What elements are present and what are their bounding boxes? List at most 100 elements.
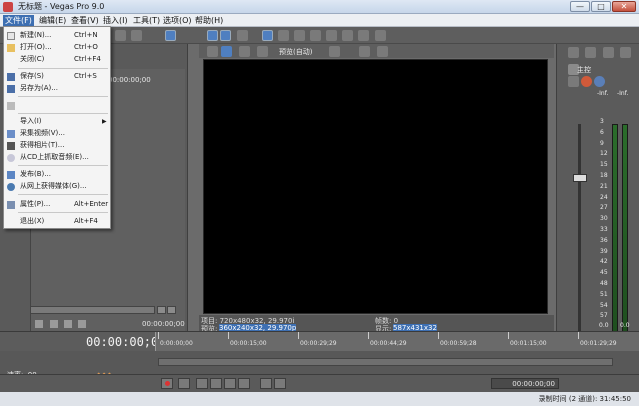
mute-icon[interactable] [568, 76, 579, 87]
scroll-left-button[interactable] [157, 306, 166, 314]
menu-item-exit[interactable]: 退出(X) Alt+F4 [4, 216, 110, 227]
go-to-start-button[interactable] [260, 378, 272, 389]
menu-item-open[interactable]: 打开(O)... Ctrl+O [4, 42, 110, 53]
menu-insert[interactable]: 插入(I) [101, 15, 130, 26]
explorer-pause-icon[interactable] [64, 320, 72, 328]
close-button[interactable]: ✕ [612, 1, 636, 12]
meter-left [612, 124, 618, 364]
help-pointer-icon[interactable] [375, 30, 386, 41]
db-scale-label: 12 [600, 150, 608, 158]
menu-item-get-media-web[interactable]: 从网上获得媒体(G)... [4, 181, 110, 192]
menu-item-save-as[interactable]: 另存为(A)... [4, 83, 110, 94]
menu-item-properties[interactable]: 属性(P)... Alt+Enter [4, 199, 110, 210]
transport-timecode: 00:00:00;00 [491, 378, 559, 389]
menu-separator [18, 68, 108, 69]
track-area[interactable]: 速率: .00 ◆◆◆ [0, 351, 639, 379]
menu-options[interactable]: 选项(O) [161, 15, 194, 26]
preview-props-icon[interactable] [207, 46, 218, 57]
menu-help[interactable]: 帮助(H) [193, 15, 225, 26]
record-button[interactable] [161, 378, 173, 389]
explorer-play-icon[interactable] [35, 320, 43, 328]
menu-edit[interactable]: 编辑(E) [37, 15, 68, 26]
menu-item-get-photos[interactable]: 获得相片(T)... [4, 140, 110, 151]
master-label: 主控 [577, 66, 591, 74]
master-fader[interactable] [573, 174, 587, 182]
ruler-tick [578, 332, 579, 339]
pause-button[interactable] [224, 378, 236, 389]
explorer-play-icon-2[interactable] [50, 320, 58, 328]
normal-edit-tool-icon[interactable] [207, 30, 218, 41]
menu-item-publish[interactable]: 发布(B)... [4, 169, 110, 180]
db-scale-label: 24 [600, 193, 608, 201]
ruler-label: 00:00:59;28 [440, 340, 477, 347]
edit-tool-icon[interactable] [165, 30, 176, 41]
menu-separator [18, 194, 108, 195]
menu-file[interactable]: 文件(F) [3, 15, 34, 26]
preview-device-icon[interactable] [221, 46, 232, 57]
stop-button[interactable] [238, 378, 250, 389]
loop-button[interactable] [178, 378, 190, 389]
timeline-scrollbar[interactable] [158, 358, 613, 366]
minimize-button[interactable]: — [570, 1, 590, 12]
auto-crossfade-icon[interactable] [278, 30, 289, 41]
explorer-stop-icon[interactable] [78, 320, 86, 328]
play-button[interactable] [210, 378, 222, 389]
solo-icon[interactable] [581, 76, 592, 87]
ripple-edit-icon[interactable] [294, 30, 305, 41]
menu-item-extract-cd[interactable]: 从CD上抓取音频(E)... [4, 152, 110, 163]
current-time: 00:00:00;00 [86, 335, 166, 349]
render-icon [7, 102, 15, 110]
explorer-scrollbar[interactable] [30, 306, 155, 314]
ruler-label: 00:01:29;29 [580, 340, 617, 347]
save-snapshot-icon[interactable] [377, 46, 388, 57]
menu-separator [18, 96, 108, 97]
copy-snapshot-icon[interactable] [359, 46, 370, 57]
redo-icon[interactable] [131, 30, 142, 41]
menu-item-capture-video[interactable]: 采集视频(V)... [4, 128, 110, 139]
window-title: 无标题 - Vegas Pro 9.0 [18, 2, 105, 11]
ignore-grouping-icon[interactable] [326, 30, 337, 41]
ruler-tick [158, 332, 159, 339]
go-to-end-button[interactable] [274, 378, 286, 389]
level-left: 0.0 [599, 322, 609, 329]
play-from-start-button[interactable] [196, 378, 208, 389]
menu-tools[interactable]: 工具(T) [131, 15, 162, 26]
mixer-fx-icon[interactable] [603, 47, 614, 58]
selection-tool-icon[interactable] [237, 30, 248, 41]
menu-item-new[interactable]: 新建(N)... Ctrl+N [4, 30, 110, 41]
overlay-icon[interactable] [329, 46, 340, 57]
split-icon[interactable] [358, 30, 369, 41]
menu-item-close[interactable]: 关闭(C) Ctrl+F4 [4, 54, 110, 65]
maximize-button[interactable]: □ [591, 1, 611, 12]
capture-video-icon [7, 130, 15, 138]
scroll-right-button[interactable] [167, 306, 176, 314]
lock-envelopes-icon[interactable] [310, 30, 321, 41]
zoom-icon[interactable] [342, 30, 353, 41]
menu-item-render-disabled [4, 100, 110, 111]
mixer-props-icon[interactable] [568, 47, 579, 58]
db-scale-label: 57 [600, 312, 608, 320]
snap-icon[interactable] [262, 30, 273, 41]
preview-quality-dropdown[interactable]: 预览(自动) [279, 47, 312, 57]
save-as-icon [7, 85, 15, 93]
web-media-icon [7, 183, 15, 191]
preview-fx-icon[interactable] [239, 46, 250, 57]
menu-item-import[interactable]: 导入(I) ▶ [4, 116, 110, 127]
undo-icon[interactable] [115, 30, 126, 41]
mixer-insert-icon[interactable] [585, 47, 596, 58]
menu-view[interactable]: 查看(V) [69, 15, 101, 26]
envelope-tool-icon[interactable] [220, 30, 231, 41]
explorer-timecode: 00:00:00;00 [108, 76, 151, 84]
db-scale-label: 51 [600, 290, 608, 298]
timeline-ruler[interactable]: 0:00:00;00 00:00:15;00 00:00:29;29 00:00:44… [155, 332, 639, 352]
mixer-bypass-icon[interactable] [594, 76, 605, 87]
db-scale-label: 36 [600, 236, 608, 244]
db-scale-label: 48 [600, 280, 608, 287]
preview-split-icon[interactable] [257, 46, 268, 57]
menu-item-save[interactable]: 保存(S) Ctrl+S [4, 71, 110, 82]
mixer-downmix-icon[interactable] [620, 47, 631, 58]
status-bar: 录制时间 (2 通道): 31:45:50 [0, 392, 639, 406]
explorer-bottom-timecode: 00:00:00;00 [142, 320, 185, 328]
db-scale-label: 3 [600, 118, 604, 125]
db-scale-label: 18 [600, 172, 608, 179]
